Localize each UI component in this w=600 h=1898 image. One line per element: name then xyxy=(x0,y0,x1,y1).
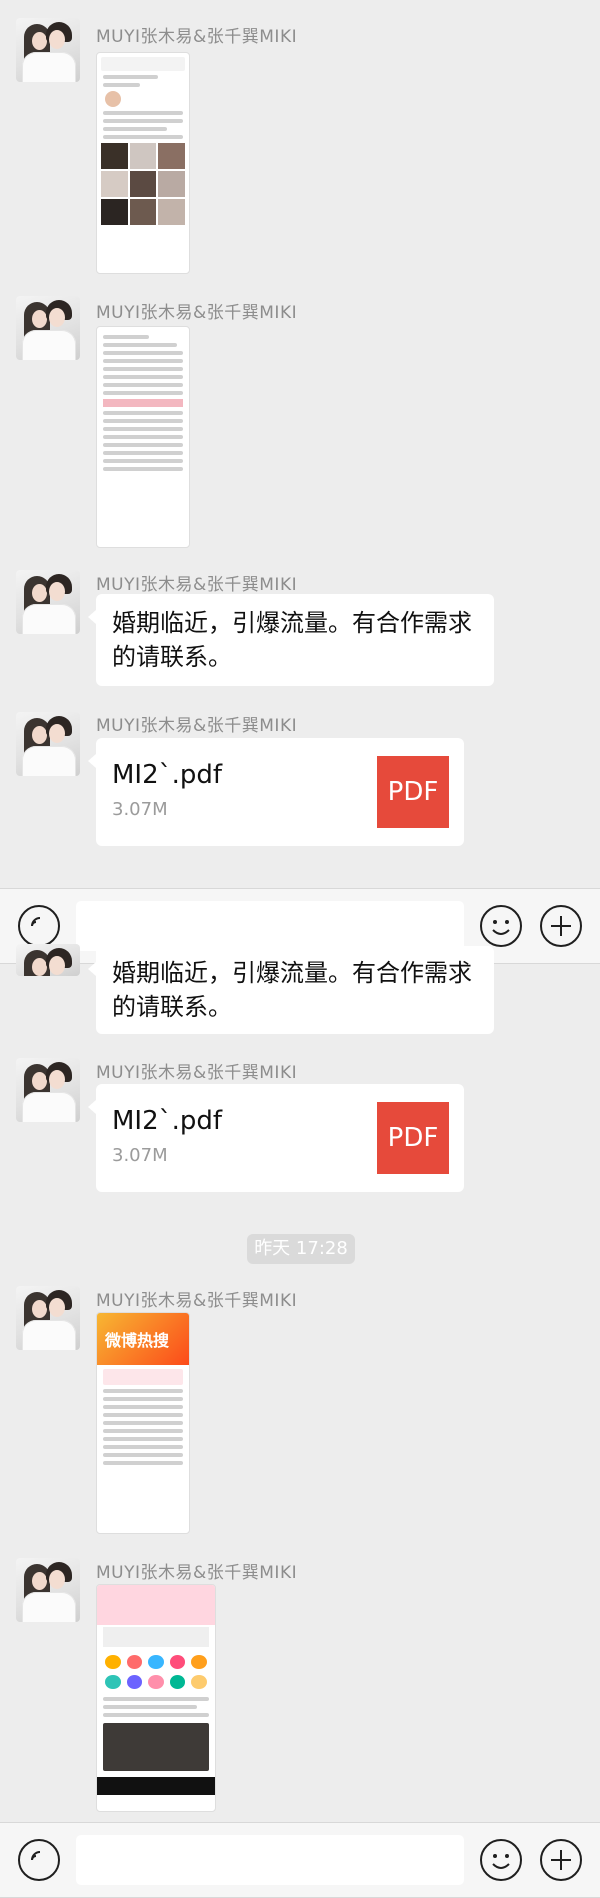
pdf-icon: PDF xyxy=(377,756,449,828)
voice-icon[interactable] xyxy=(18,905,60,947)
image-message[interactable] xyxy=(96,326,190,548)
avatar[interactable] xyxy=(16,1558,80,1622)
text-message[interactable]: 婚期临近，引爆流量。有合作需求的请联系。 xyxy=(88,946,494,1034)
sender-name: MUYI张木易&张千巽MIKI xyxy=(96,1563,298,1583)
sender-name: MUYI张木易&张千巽MIKI xyxy=(96,1291,298,1311)
file-size: 3.07M xyxy=(112,1145,168,1166)
file-size: 3.07M xyxy=(112,799,168,820)
pdf-icon: PDF xyxy=(377,1102,449,1174)
avatar[interactable] xyxy=(16,296,80,360)
plus-icon[interactable] xyxy=(540,1839,582,1881)
file-message[interactable]: MI2`.pdf 3.07M PDF xyxy=(88,738,464,846)
sender-name: MUYI张木易&张千巽MIKI xyxy=(96,575,298,595)
voice-icon[interactable] xyxy=(18,1839,60,1881)
sender-name: MUYI张木易&张千巽MIKI xyxy=(96,1063,298,1083)
avatar[interactable] xyxy=(16,712,80,776)
avatar[interactable] xyxy=(16,944,80,976)
sender-name: MUYI张木易&张千巽MIKI xyxy=(96,27,298,47)
sender-name: MUYI张木易&张千巽MIKI xyxy=(96,716,298,736)
chat-input-bar xyxy=(0,1822,600,1898)
message-text: 婚期临近，引爆流量。有合作需求的请联系。 xyxy=(112,959,472,1021)
file-name: MI2`.pdf xyxy=(112,1106,223,1136)
image-message[interactable]: 微博热搜 xyxy=(96,1312,190,1534)
message-input[interactable] xyxy=(76,1835,464,1885)
text-message[interactable]: 婚期临近，引爆流量。有合作需求的请联系。 xyxy=(88,594,494,686)
avatar[interactable] xyxy=(16,1286,80,1350)
banner-title: 微博热搜 xyxy=(105,1331,170,1350)
image-message[interactable] xyxy=(96,52,190,274)
time-divider: 昨天 17:28 xyxy=(247,1234,355,1264)
emoji-icon[interactable] xyxy=(480,905,522,947)
message-input[interactable] xyxy=(76,901,464,951)
avatar[interactable] xyxy=(16,18,80,82)
file-name: MI2`.pdf xyxy=(112,760,223,790)
avatar[interactable] xyxy=(16,1058,80,1122)
message-text: 婚期临近，引爆流量。有合作需求的请联系。 xyxy=(112,609,472,671)
image-message[interactable] xyxy=(96,1584,216,1812)
sender-name: MUYI张木易&张千巽MIKI xyxy=(96,303,298,323)
plus-icon[interactable] xyxy=(540,905,582,947)
avatar[interactable] xyxy=(16,570,80,634)
emoji-icon[interactable] xyxy=(480,1839,522,1881)
file-message[interactable]: MI2`.pdf 3.07M PDF xyxy=(88,1084,464,1192)
